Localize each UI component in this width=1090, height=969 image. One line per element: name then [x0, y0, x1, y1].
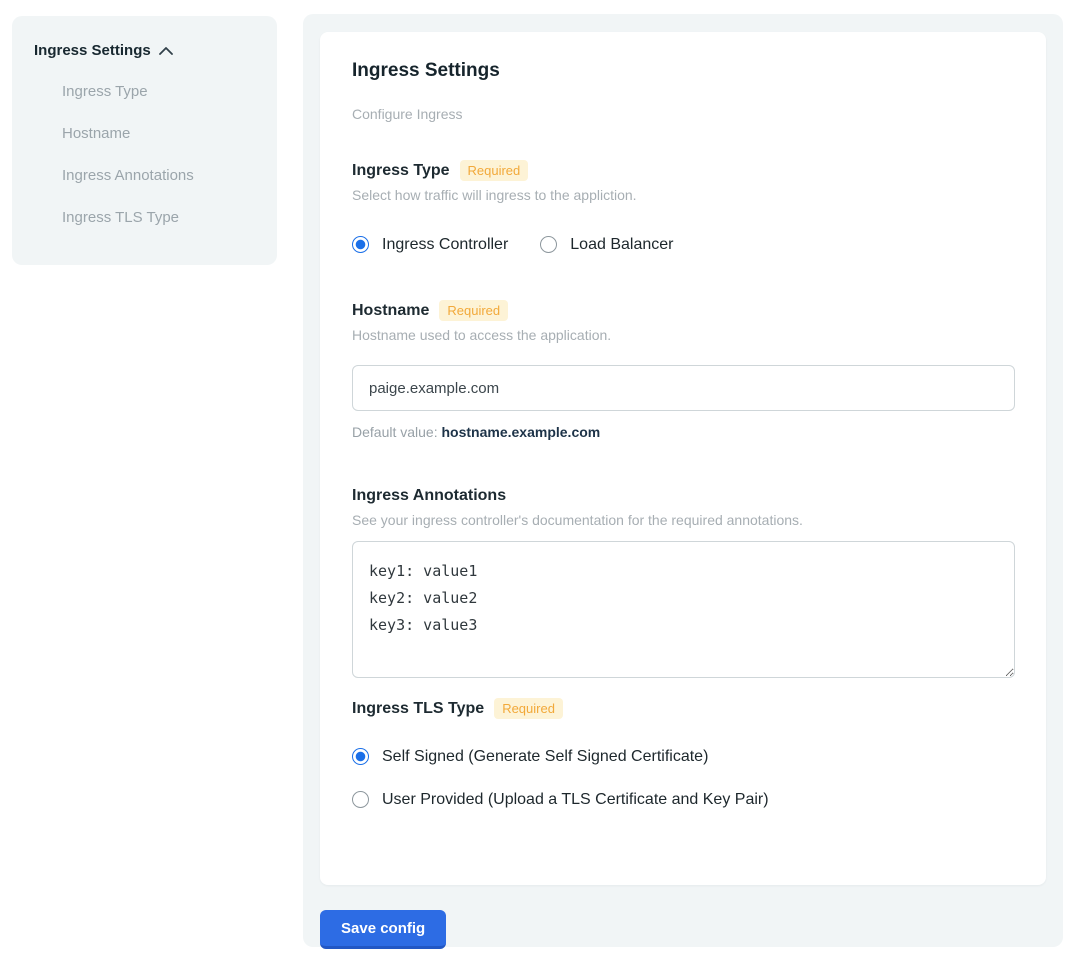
hostname-input[interactable] — [352, 365, 1015, 411]
sidebar-item-ingress-type[interactable]: Ingress Type — [62, 83, 255, 101]
ingress-type-radio-group: Ingress Controller Load Balancer — [352, 235, 1014, 254]
hostname-description: Hostname used to access the application. — [352, 327, 1014, 343]
settings-panel: Ingress Settings Configure Ingress Ingre… — [303, 14, 1063, 947]
save-config-button[interactable]: Save config — [320, 910, 446, 949]
sidebar-item-ingress-tls-type[interactable]: Ingress TLS Type — [62, 209, 255, 227]
radio-option-user-provided[interactable]: User Provided (Upload a TLS Certificate … — [352, 790, 1014, 809]
chevron-up-icon — [159, 46, 173, 55]
settings-sidebar: Ingress Settings Ingress Type Hostname I… — [12, 16, 277, 265]
hostname-heading: Hostname — [352, 301, 429, 321]
section-ingress-annotations: Ingress Annotations See your ingress con… — [352, 486, 1014, 678]
sidebar-section-title: Ingress Settings — [34, 42, 151, 59]
section-ingress-tls-type: Ingress TLS Type Required Self Signed (G… — [352, 698, 1014, 809]
radio-label: User Provided (Upload a TLS Certificate … — [382, 790, 769, 809]
radio-option-load-balancer[interactable]: Load Balancer — [540, 235, 673, 254]
page-title: Ingress Settings — [352, 60, 1014, 82]
radio-label: Ingress Controller — [382, 235, 508, 254]
ingress-type-heading: Ingress Type — [352, 161, 450, 181]
radio-option-ingress-controller[interactable]: Ingress Controller — [352, 235, 508, 254]
required-badge: Required — [460, 160, 529, 181]
default-value-text: hostname.example.com — [442, 424, 601, 440]
page-subtitle: Configure Ingress — [352, 106, 1014, 122]
required-badge: Required — [439, 300, 508, 321]
ingress-settings-card: Ingress Settings Configure Ingress Ingre… — [320, 32, 1046, 885]
sidebar-item-ingress-annotations[interactable]: Ingress Annotations — [62, 167, 255, 185]
sidebar-section-header[interactable]: Ingress Settings — [34, 42, 255, 59]
sidebar-item-hostname[interactable]: Hostname — [62, 125, 255, 143]
tls-type-radio-group: Self Signed (Generate Self Signed Certif… — [352, 747, 1014, 809]
load-balancer-radio[interactable] — [540, 236, 557, 253]
radio-label: Load Balancer — [570, 235, 673, 254]
ingress-type-description: Select how traffic will ingress to the a… — [352, 187, 1014, 203]
radio-option-self-signed[interactable]: Self Signed (Generate Self Signed Certif… — [352, 747, 1014, 766]
section-hostname: Hostname Required Hostname used to acces… — [352, 300, 1014, 440]
annotations-description: See your ingress controller's documentat… — [352, 512, 1014, 528]
self-signed-radio[interactable] — [352, 748, 369, 765]
tls-type-heading: Ingress TLS Type — [352, 699, 484, 719]
annotations-textarea[interactable]: key1: value1 key2: value2 key3: value3 — [352, 541, 1015, 678]
radio-label: Self Signed (Generate Self Signed Certif… — [382, 747, 708, 766]
section-ingress-type: Ingress Type Required Select how traffic… — [352, 160, 1014, 254]
required-badge: Required — [494, 698, 563, 719]
ingress-controller-radio[interactable] — [352, 236, 369, 253]
hostname-default-value: Default value: hostname.example.com — [352, 424, 1014, 440]
default-value-label: Default value: — [352, 424, 438, 440]
user-provided-radio[interactable] — [352, 791, 369, 808]
annotations-heading: Ingress Annotations — [352, 486, 506, 506]
